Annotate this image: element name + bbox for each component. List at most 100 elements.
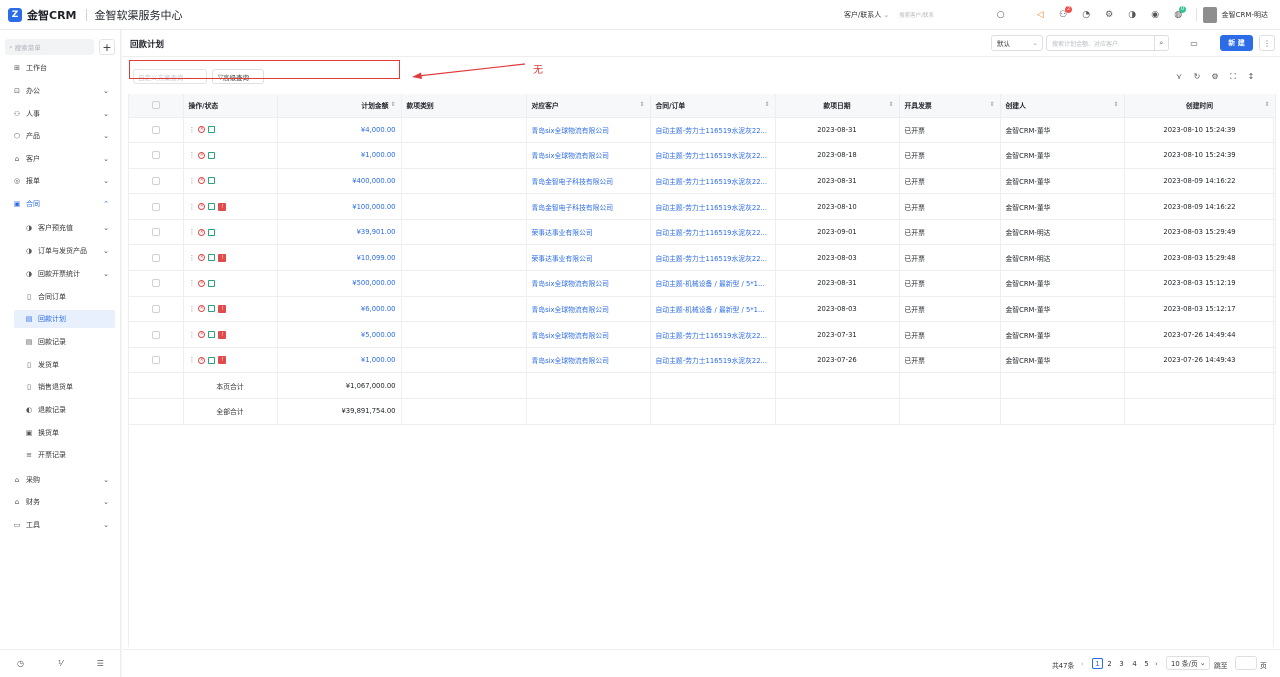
payment-icon[interactable] bbox=[208, 305, 216, 313]
cell-customer[interactable]: 青岛six全球物流有限公司 bbox=[526, 117, 651, 144]
cancel-icon[interactable]: × bbox=[198, 126, 206, 134]
jump-page-input[interactable] bbox=[1235, 656, 1257, 670]
more-options-icon[interactable]: ⋮ bbox=[1259, 35, 1275, 51]
warning-icon[interactable]: ! bbox=[218, 356, 227, 365]
cell-customer[interactable]: 荣事达事业有限公司 bbox=[526, 219, 651, 246]
record-search-input[interactable]: 搜索计划金额、对应客户 bbox=[1046, 35, 1155, 51]
sort-icon[interactable]: ⇕ bbox=[390, 101, 395, 108]
more-actions-icon[interactable]: ⋮ bbox=[189, 228, 196, 236]
cell-contract[interactable]: 自动主题-劳力士116519水泥灰22... bbox=[650, 117, 776, 144]
settings-icon[interactable]: ⚙ bbox=[1099, 5, 1119, 25]
more-actions-icon[interactable]: ⋮ bbox=[189, 254, 196, 262]
cell-contract[interactable]: 自动主题-机械设备 / 最新型 / 5*1... bbox=[650, 270, 776, 297]
cell-contract[interactable]: 自动主题-劳力士116519水泥灰22... bbox=[650, 244, 776, 272]
table-row[interactable]: ⋮ ×! ¥10,099.00 荣事达事业有限公司 自动主题-劳力士116519水泥灰2… bbox=[129, 244, 1276, 272]
cell-amount[interactable]: ¥10,099.00 bbox=[277, 244, 402, 272]
search-icon[interactable]: ○ bbox=[991, 5, 1011, 25]
cell-amount[interactable]: ¥400,000.00 bbox=[277, 168, 402, 195]
cell-customer[interactable]: 青岛six全球物流有限公司 bbox=[526, 296, 651, 323]
page-size-select[interactable]: 10 条/页 ⌄ bbox=[1166, 656, 1210, 670]
cell-customer[interactable]: 青岛six全球物流有限公司 bbox=[526, 270, 651, 297]
more-actions-icon[interactable]: ⋮ bbox=[189, 177, 196, 185]
row-checkbox[interactable] bbox=[129, 321, 184, 348]
cancel-icon[interactable]: × bbox=[198, 228, 206, 236]
table-row[interactable]: ⋮ ×! ¥100,000.00 青岛金智电子科技有限公司 自动主题-劳力士116519… bbox=[129, 193, 1276, 220]
sidebar-item-refund-records[interactable]: ◐ 退款记录 bbox=[0, 401, 121, 419]
warning-icon[interactable]: ! bbox=[218, 330, 227, 339]
cell-customer[interactable]: 青岛six全球物流有限公司 bbox=[526, 321, 651, 348]
header-invoice[interactable]: 开具发票 ⇕ bbox=[899, 94, 1001, 118]
page-number[interactable]: 3 bbox=[1116, 658, 1127, 669]
cell-contract[interactable]: 自动主题-劳力士116519水泥灰22... bbox=[650, 168, 776, 195]
cell-amount[interactable]: ¥5,000.00 bbox=[277, 321, 402, 348]
table-row[interactable]: ⋮ × ¥500,000.00 青岛six全球物流有限公司 自动主题-机械设备 / 最新… bbox=[129, 270, 1276, 297]
cell-contract[interactable]: 自动主题-劳力士116519水泥灰22... bbox=[650, 142, 776, 169]
user-avatar[interactable] bbox=[1202, 7, 1217, 23]
table-row[interactable]: ⋮ ×! ¥6,000.00 青岛six全球物流有限公司 自动主题-机械设备 / 最新型… bbox=[129, 296, 1276, 323]
column-settings-icon[interactable]: ⚙ bbox=[1206, 72, 1224, 82]
sidebar-item-payment-plan[interactable]: ▤ 回款计划 bbox=[14, 310, 115, 328]
payment-icon[interactable] bbox=[208, 177, 216, 185]
sidebar-item-office[interactable]: ⊡ 办公 ⌄ bbox=[0, 82, 121, 100]
contacts-icon[interactable]: ⚇ 2 bbox=[1053, 5, 1073, 25]
user-name[interactable]: 金智CRM-明达 bbox=[1222, 10, 1268, 20]
cell-customer[interactable]: 青岛six全球物流有限公司 bbox=[526, 347, 651, 374]
row-checkbox[interactable] bbox=[129, 270, 184, 297]
cell-contract[interactable]: 自动主题-劳力士116519水泥灰22... bbox=[650, 321, 776, 348]
announcement-icon[interactable]: ◁ bbox=[1030, 5, 1050, 25]
more-actions-icon[interactable]: ⋮ bbox=[189, 126, 196, 134]
sort-icon[interactable]: ⇕ bbox=[639, 101, 644, 108]
cancel-icon[interactable]: × bbox=[198, 331, 206, 339]
sort-icon[interactable]: ⇕ bbox=[888, 101, 893, 108]
chart-icon[interactable]: ◑ bbox=[1122, 5, 1142, 25]
view-select[interactable]: 默认 ⌄ bbox=[991, 35, 1043, 51]
sidebar-item-hr[interactable]: ⚇ 人事 ⌄ bbox=[0, 105, 121, 123]
row-checkbox[interactable] bbox=[129, 117, 184, 144]
sort-icon[interactable]: ⇕ bbox=[1264, 101, 1269, 108]
cell-contract[interactable]: 自动主题-机械设备 / 最新型 / 5*1... bbox=[650, 296, 776, 323]
sidebar-item-payment-invoice-stats[interactable]: ◑ 回款开票统计 ⌄ bbox=[0, 265, 121, 283]
cancel-icon[interactable]: × bbox=[198, 203, 206, 211]
cell-amount[interactable]: ¥500,000.00 bbox=[277, 270, 402, 297]
cell-contract[interactable]: 自动主题-劳力士116519水泥灰22... bbox=[650, 219, 776, 246]
sidebar-item-purchase[interactable]: ⌂ 采购 ⌄ bbox=[0, 471, 121, 489]
update-icon[interactable]: ◍ 0 bbox=[1168, 5, 1188, 25]
row-checkbox[interactable] bbox=[129, 219, 184, 246]
table-row[interactable]: ⋮ × ¥400,000.00 青岛金智电子科技有限公司 自动主题-劳力士116519水… bbox=[129, 168, 1276, 195]
row-height-icon[interactable]: ↕ bbox=[1242, 72, 1260, 82]
cancel-icon[interactable]: × bbox=[198, 279, 206, 287]
row-checkbox[interactable] bbox=[129, 296, 184, 323]
payment-icon[interactable] bbox=[208, 228, 216, 236]
cell-customer[interactable]: 青岛金智电子科技有限公司 bbox=[526, 193, 651, 220]
table-row[interactable]: ⋮ × ¥39,901.00 荣事达事业有限公司 自动主题-劳力士116519水泥灰22… bbox=[129, 219, 1276, 246]
header-created[interactable]: 创建时间 ⇕ bbox=[1124, 94, 1276, 118]
payment-icon[interactable] bbox=[208, 279, 216, 287]
page-number[interactable]: 4 bbox=[1129, 658, 1140, 669]
warning-icon[interactable]: ! bbox=[218, 202, 227, 211]
more-actions-icon[interactable]: ⋮ bbox=[189, 331, 196, 339]
menu-settings-icon[interactable]: ☰ bbox=[97, 659, 104, 668]
sidebar-item-customer[interactable]: ⌂ 客户 ⌄ bbox=[0, 150, 121, 168]
row-checkbox[interactable] bbox=[129, 244, 184, 272]
table-row[interactable]: ⋮ ×! ¥1,000.00 青岛six全球物流有限公司 自动主题-劳力士116519水… bbox=[129, 347, 1276, 374]
header-creator[interactable]: 创建人 ⇕ bbox=[1000, 94, 1125, 118]
cell-contract[interactable]: 自动主题-劳力士116519水泥灰22... bbox=[650, 193, 776, 220]
more-actions-icon[interactable]: ⋮ bbox=[189, 203, 196, 211]
sidebar-item-workbench[interactable]: ⊞ 工作台 bbox=[0, 59, 121, 77]
brand-logo-icon[interactable]: Z bbox=[8, 7, 22, 22]
payment-icon[interactable] bbox=[208, 126, 216, 134]
cell-contract[interactable]: 自动主题-劳力士116519水泥灰22... bbox=[650, 347, 776, 374]
refresh-icon[interactable]: ↻ bbox=[1188, 72, 1206, 82]
payment-icon[interactable] bbox=[208, 151, 216, 159]
sidebar-item-sales-returns[interactable]: ▯ 销售退货单 bbox=[0, 378, 121, 396]
menu-search-input[interactable]: ⌕ 搜索菜单 bbox=[5, 39, 94, 55]
cancel-icon[interactable]: × bbox=[198, 305, 206, 313]
warning-icon[interactable]: ! bbox=[218, 304, 227, 313]
payment-icon[interactable] bbox=[208, 254, 216, 262]
new-button[interactable]: 新 建 bbox=[1220, 35, 1253, 51]
sidebar-item-order-shipment[interactable]: ◑ 订单与发货产品 ⌄ bbox=[0, 242, 121, 260]
page-number[interactable]: 1 bbox=[1092, 658, 1103, 669]
search-button[interactable]: ⌕ bbox=[1154, 35, 1169, 51]
percent-icon[interactable]: ⅟ bbox=[58, 659, 63, 668]
page-number[interactable]: 2 bbox=[1104, 658, 1115, 669]
